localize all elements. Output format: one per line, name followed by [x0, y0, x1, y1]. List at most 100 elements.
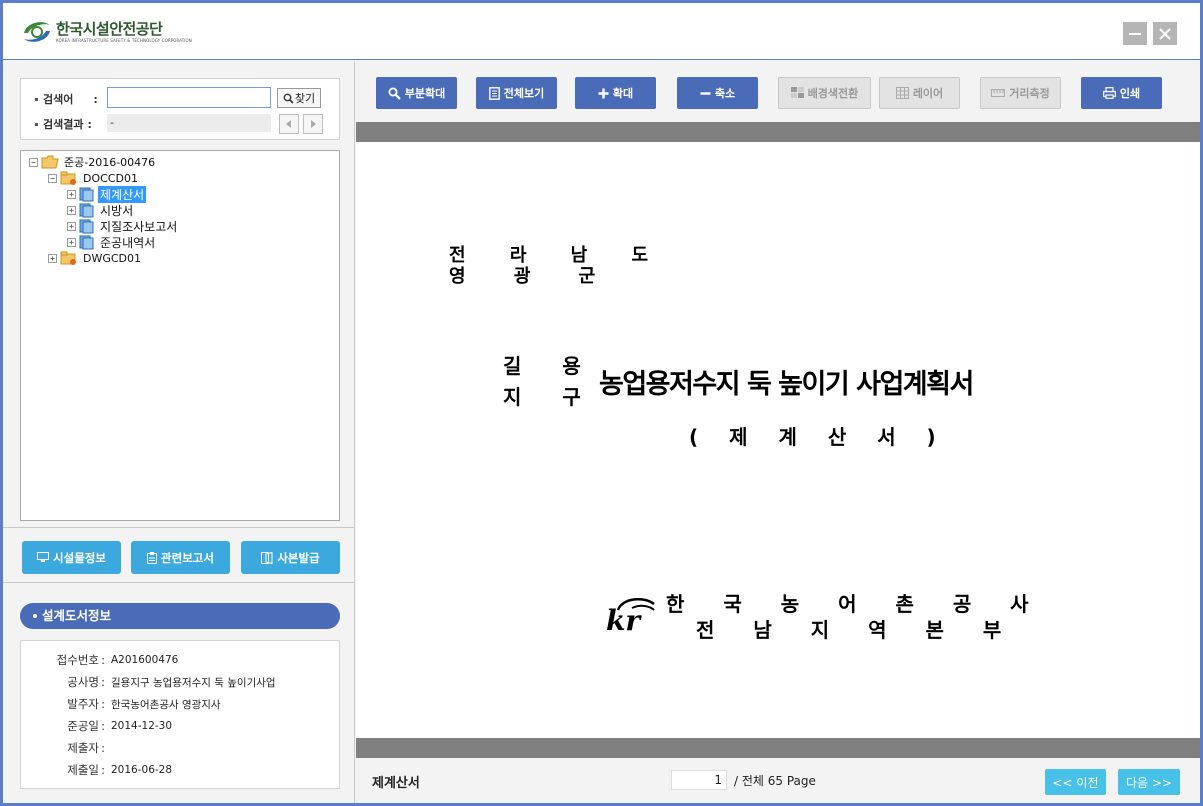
org-mark-text: kr [606, 604, 641, 637]
info-key: 제출일 [67, 763, 99, 777]
tree-node-dwgcd01[interactable]: + DWGCD01 [48, 250, 143, 266]
partial-zoom-button[interactable]: 부분확대 [376, 77, 457, 109]
copy-issue-label: 사본발급 [277, 550, 320, 565]
info-row: 준공일: 2014-12-30 [21, 717, 172, 735]
document-icon [79, 219, 94, 233]
zoom-in-button[interactable]: 확대 [575, 77, 656, 109]
copy-issue-button[interactable]: 사본발급 [241, 541, 340, 574]
viewer-footer: 제계산서 1 / 전체 65 Page << 이전 다음 >> [356, 758, 1200, 803]
page-number-input[interactable]: 1 [671, 770, 727, 790]
layer-button[interactable]: 레이어 [879, 77, 960, 109]
info-key: 준공일 [67, 719, 99, 733]
doc-district-line1: 길 용 [503, 354, 598, 378]
document-viewer[interactable]: 전 라 남 도 영 광 군 길 용 지 구 농업용저수지 둑 높이기 사업계획서… [356, 122, 1200, 758]
info-header-label: 설계도서정보 [42, 608, 112, 623]
full-view-label: 전체보기 [503, 87, 545, 100]
prev-result-button[interactable] [279, 114, 299, 134]
logo-mark-icon [20, 17, 54, 47]
viewer-panel: 부분확대 전체보기 확대 축소 배경색전환 레이어 거리측정 인쇄 전 라 남 … [356, 61, 1200, 803]
document-icon [79, 235, 94, 249]
tree-node-doccd01[interactable]: − DOCCD01 [48, 170, 140, 186]
result-label: 검색결과 [43, 118, 84, 131]
expand-icon[interactable]: + [67, 221, 76, 231]
search-icon [283, 93, 294, 104]
expand-icon[interactable]: + [67, 205, 76, 215]
zoom-out-button[interactable]: 축소 [677, 77, 758, 109]
result-colon: : [87, 117, 92, 131]
prev-page-button[interactable]: << 이전 [1045, 769, 1106, 795]
info-row: 제출일: 2016-06-28 [21, 761, 172, 779]
clipboard-icon [147, 551, 158, 564]
current-document-name: 제계산서 [372, 776, 420, 791]
bg-toggle-button[interactable]: 배경색전환 [778, 77, 871, 109]
document-page: 전 라 남 도 영 광 군 길 용 지 구 농업용저수지 둑 높이기 사업계획서… [356, 142, 1200, 738]
minimize-button[interactable] [1123, 22, 1147, 45]
info-value: A201600476 [111, 654, 179, 666]
doc-title: 농업용저수지 둑 높이기 사업계획서 [599, 369, 974, 400]
facility-info-button[interactable]: 시설물정보 [22, 541, 121, 574]
tree-item[interactable]: + 제계산서 [67, 185, 147, 203]
document-icon [79, 203, 94, 217]
tree-item[interactable]: + 지질조사보고서 [67, 218, 179, 234]
close-icon [1159, 27, 1171, 40]
print-button[interactable]: 인쇄 [1081, 77, 1162, 109]
document-tree: − 준공-2016-00476 − DOCCD01 + 제계산서 + 시방서 + [20, 150, 340, 521]
collapse-icon[interactable]: − [29, 157, 38, 167]
grid-color-icon [790, 87, 804, 98]
info-panel: 접수번호: A201600476 공사명: 길용지구 농업용저수지 둑 높이기사… [20, 640, 340, 789]
next-page-button[interactable]: 다음 >> [1118, 769, 1180, 795]
measure-button[interactable]: 거리측정 [980, 77, 1061, 109]
divider [3, 582, 355, 583]
doc-org-line1: 한 국 농 어 촌 공 사 [666, 592, 1045, 616]
arrow-right-icon [311, 120, 316, 128]
find-button-label: 찾기 [294, 92, 316, 105]
info-value: 길용지구 농업용저수지 둑 높이기사업 [111, 676, 276, 689]
doc-district-line2: 지 구 [503, 385, 598, 409]
tree-node-root[interactable]: − 준공-2016-00476 [29, 154, 157, 170]
doc-org-line2: 전 남 지 역 본 부 [696, 618, 1018, 642]
tree-item[interactable]: + 시방서 [67, 202, 135, 218]
tree-item-label: 준공내역서 [100, 235, 156, 250]
magnifier-icon [388, 87, 401, 100]
print-label: 인쇄 [1119, 87, 1141, 100]
zoom-in-label: 확대 [612, 87, 634, 100]
tree-item-label: 제계산서 [98, 185, 147, 203]
expand-icon[interactable]: + [48, 253, 57, 263]
logo-korean-text: 한국시설안전공단 [56, 20, 163, 38]
page-icon [488, 86, 500, 100]
info-section-header: 설계도서정보 [20, 603, 340, 629]
arrow-left-icon [286, 120, 291, 128]
info-key: 공사명 [67, 675, 99, 689]
tree-item-label: 시방서 [100, 203, 134, 218]
page-total-label: / 전체 65 Page [734, 774, 816, 788]
facility-info-label: 시설물정보 [53, 550, 106, 565]
related-reports-label: 관련보고서 [161, 550, 214, 565]
app-window: 한국시설안전공단 KOREA INFRASTRUCTURE SAFETY & T… [0, 0, 1203, 806]
expand-icon[interactable]: + [67, 237, 76, 247]
search-input[interactable] [107, 87, 271, 108]
info-row: 접수번호: A201600476 [21, 651, 179, 669]
title-bar: 한국시설안전공단 KOREA INFRASTRUCTURE SAFETY & T… [3, 3, 1200, 60]
left-panel: 검색어 : 찾기 검색결과 : - − 준공-2016-00476 − DOCC… [3, 61, 355, 803]
tree-item-label: 지질조사보고서 [100, 219, 178, 234]
related-reports-button[interactable]: 관련보고서 [131, 541, 230, 574]
layer-icon [895, 87, 909, 99]
info-row: 제출자: [21, 739, 111, 757]
tree-item[interactable]: + 준공내역서 [67, 234, 157, 250]
info-value: 한국농어촌공사 영광지사 [111, 698, 221, 711]
minus-icon [700, 91, 711, 95]
folder-icon [60, 171, 76, 185]
result-value: - [107, 114, 271, 132]
result-row: 검색결과 : [35, 116, 92, 132]
collapse-icon[interactable]: − [48, 173, 57, 183]
info-row: 발주자: 한국농어촌공사 영광지사 [21, 695, 221, 713]
close-button[interactable] [1153, 22, 1177, 45]
app-logo: 한국시설안전공단 KOREA INFRASTRUCTURE SAFETY & T… [20, 17, 192, 47]
expand-icon[interactable]: + [67, 189, 76, 199]
open-folder-icon [41, 155, 59, 169]
info-key: 접수번호 [56, 653, 99, 667]
find-button[interactable]: 찾기 [277, 88, 321, 108]
document-icon [79, 187, 94, 201]
next-result-button[interactable] [303, 114, 323, 134]
full-view-button[interactable]: 전체보기 [476, 77, 557, 109]
